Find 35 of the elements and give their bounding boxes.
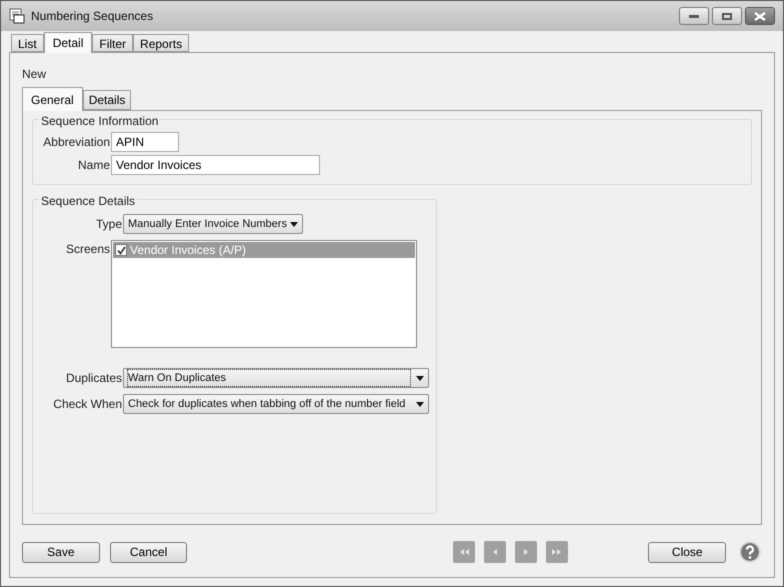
field-label: Type [94, 216, 123, 233]
field-label: Name [76, 157, 111, 174]
close-icon [754, 12, 766, 20]
dropdown[interactable]: Check for duplicates when tabbing off of the number field [123, 394, 429, 414]
checkbox[interactable] [115, 244, 127, 256]
tab[interactable]: Filter [92, 34, 134, 52]
dropdown[interactable]: Warn On Duplicates [123, 368, 429, 388]
caret-icon [416, 376, 424, 380]
help-icon[interactable] [738, 540, 762, 564]
tab[interactable]: Reports [133, 34, 190, 52]
minimize-button[interactable] [679, 7, 709, 25]
list-item-label: Vendor Invoices (A/P) [130, 242, 246, 259]
abbreviation-field[interactable]: APIN [111, 132, 179, 152]
field-label: Duplicates [64, 370, 123, 387]
dropdown[interactable]: Manually Enter Invoice Numbers [123, 214, 303, 234]
tab[interactable]: Details [82, 90, 132, 110]
field-label: Check When [52, 396, 123, 413]
save-button[interactable]: Save [22, 542, 100, 562]
tab[interactable]: Detail [44, 32, 92, 53]
first-icon [459, 548, 470, 556]
close-window-button[interactable] [745, 7, 775, 25]
record-status: New [22, 66, 48, 83]
last-icon [552, 548, 562, 556]
name-field[interactable]: Vendor Invoices [111, 155, 320, 175]
tab[interactable]: General [22, 87, 83, 111]
window-title: Numbering Sequences [31, 8, 154, 25]
cancel-button[interactable]: Cancel [110, 542, 188, 562]
tab[interactable]: List [11, 34, 44, 52]
caret-icon [290, 222, 298, 226]
close-button[interactable]: Close [648, 542, 726, 562]
checkmark-icon [116, 246, 126, 254]
field-label: Abbreviation [42, 134, 111, 151]
caret-icon [416, 402, 424, 406]
field-label: Screens [64, 241, 111, 258]
maximize-button[interactable] [712, 7, 742, 25]
